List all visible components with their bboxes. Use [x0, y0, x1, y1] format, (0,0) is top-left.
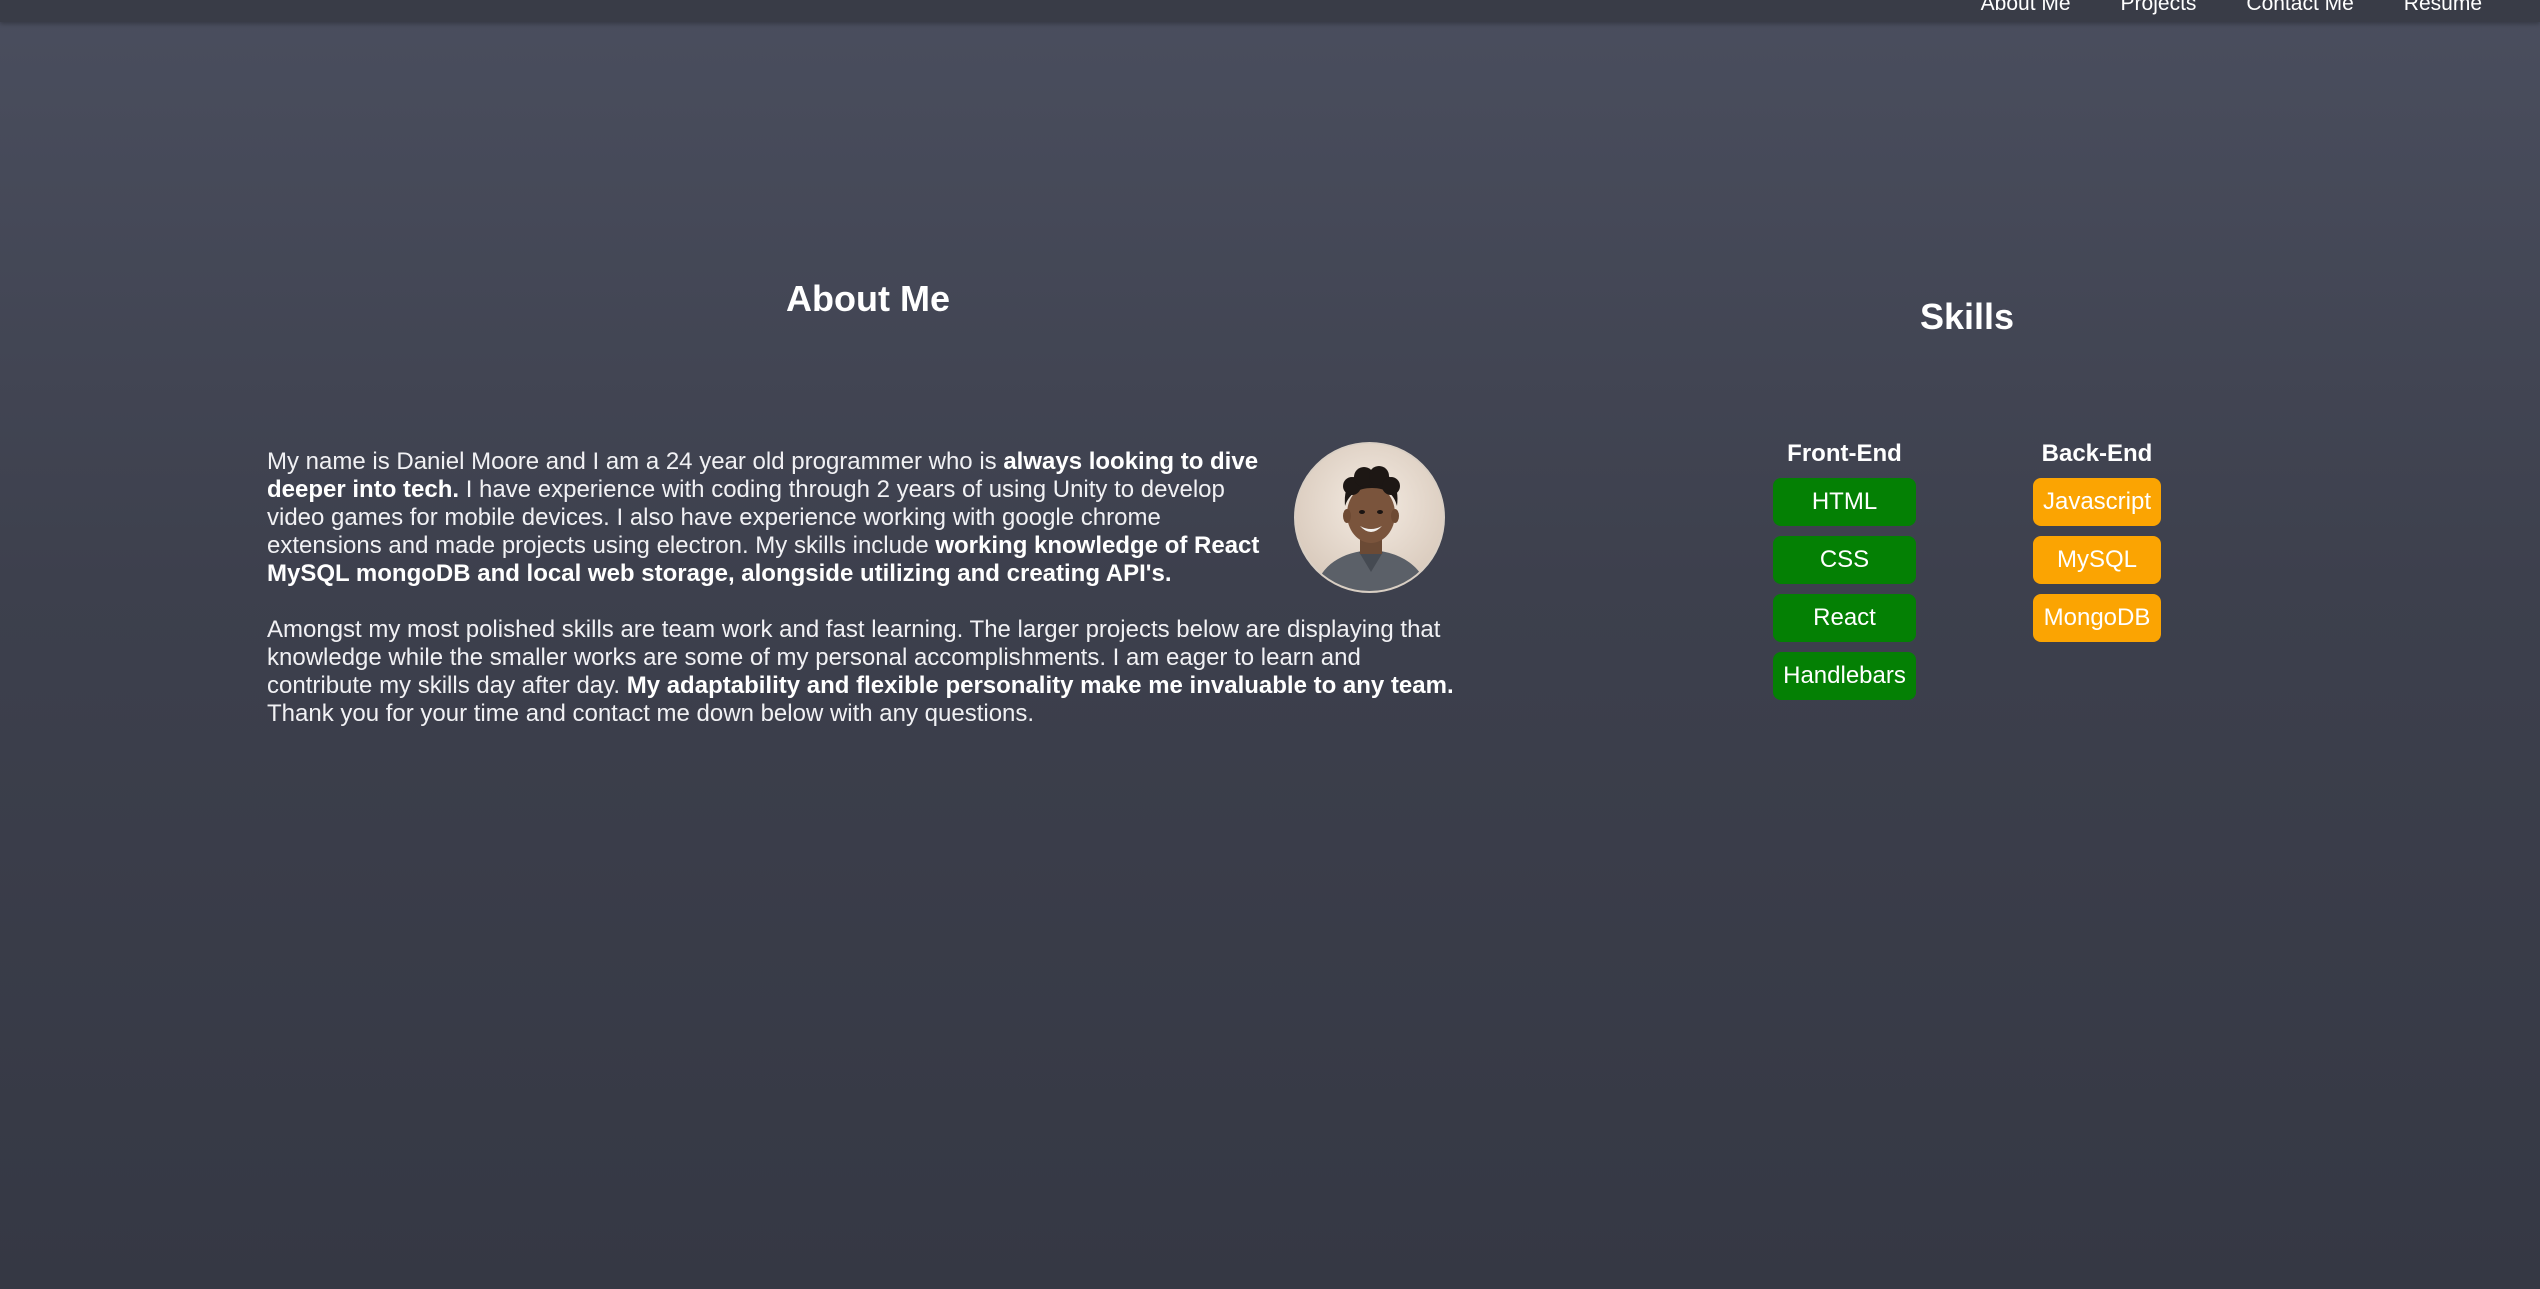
nav-link-about-me[interactable]: About Me	[1981, 0, 2071, 16]
skill-badge-mongodb: MongoDB	[2033, 594, 2161, 642]
skill-badge-mysql: MySQL	[2033, 536, 2161, 584]
nav-link-resume[interactable]: Resume	[2404, 0, 2482, 16]
about-paragraph-2: Amongst my most polished skills are team…	[267, 616, 1467, 728]
nav-link-contact-me[interactable]: Contact Me	[2246, 0, 2353, 16]
profile-photo-icon	[1296, 444, 1443, 591]
skills-heading: Skills	[1919, 296, 2015, 337]
skill-badge-javascript: Javascript	[2033, 478, 2161, 526]
nav-link-projects[interactable]: Projects	[2121, 0, 2197, 16]
about-me-text: My name is Daniel Moore and I am a 24 ye…	[267, 448, 1467, 728]
about-p1-text-a: My name is Daniel Moore and I am a 24 ye…	[267, 448, 1004, 475]
front-end-skills: Front-End HTML CSS React Handlebars	[1773, 440, 1916, 700]
about-me-heading: About Me	[786, 278, 950, 319]
skill-badge-react: React	[1773, 594, 1916, 642]
back-end-header: Back-End	[2041, 440, 2153, 467]
nav-menu: About Me Projects Contact Me Resume	[1981, 0, 2482, 16]
about-paragraph-1: My name is Daniel Moore and I am a 24 ye…	[267, 448, 1262, 588]
about-p2-bold: My adaptability and flexible personality…	[626, 672, 1454, 699]
about-p2-text-b: Thank you for your time and contact me d…	[267, 700, 1035, 727]
skill-badge-css: CSS	[1773, 536, 1916, 584]
skill-badge-html: HTML	[1773, 478, 1916, 526]
skill-badge-handlebars: Handlebars	[1773, 652, 1916, 700]
front-end-header: Front-End	[1787, 440, 1902, 467]
profile-avatar	[1294, 442, 1445, 593]
back-end-skills: Back-End Javascript MySQL MongoDB	[2033, 440, 2161, 642]
top-navbar: About Me Projects Contact Me Resume	[0, 0, 2540, 22]
